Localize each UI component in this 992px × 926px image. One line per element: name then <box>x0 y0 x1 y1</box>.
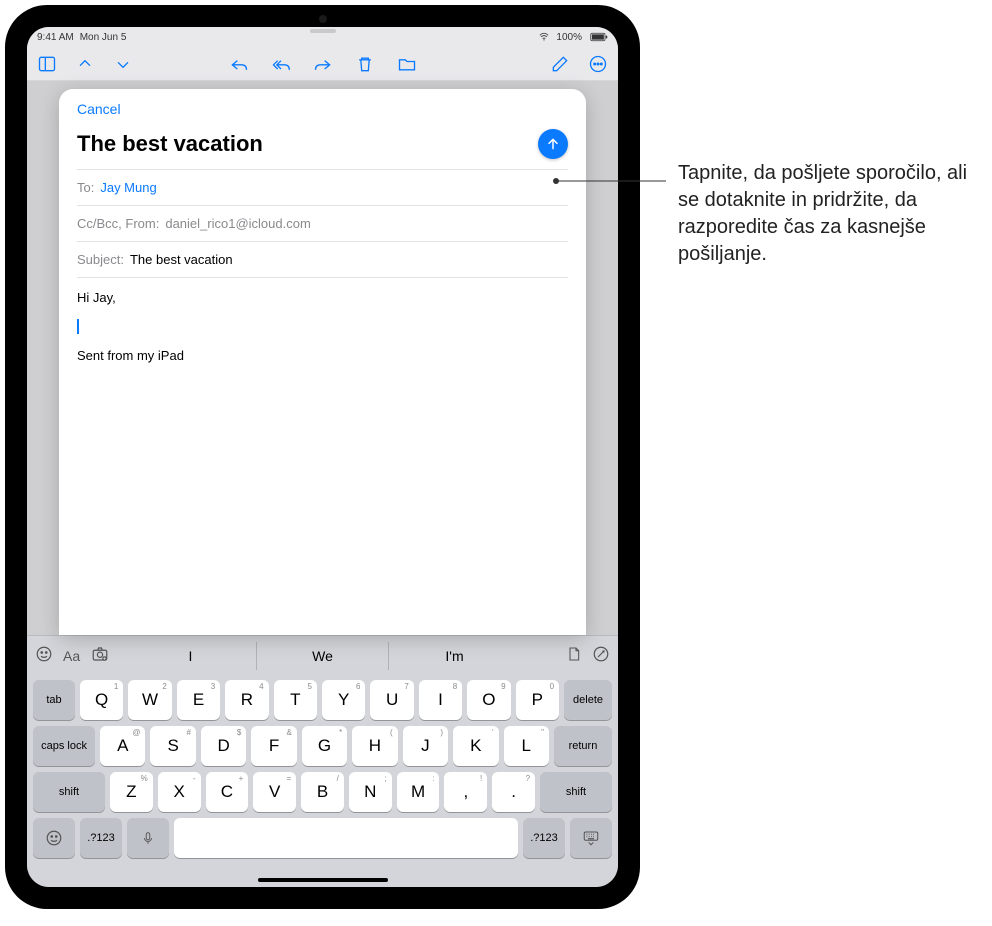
screen: 9:41 AM Mon Jun 5 100% <box>27 27 618 887</box>
text-format-button[interactable]: Aa <box>63 648 80 664</box>
key-tab[interactable]: tab <box>33 680 75 720</box>
key-D[interactable]: D$ <box>201 726 246 766</box>
next-message-icon[interactable] <box>113 54 133 74</box>
keyboard: Aa I We I'm tab Q1W2E3R4T5Y6U7I8O9P0d <box>27 635 618 887</box>
drag-indicator-icon <box>310 29 336 33</box>
key-numeric-left[interactable]: .?123 <box>80 818 122 858</box>
key-Q[interactable]: Q1 <box>80 680 123 720</box>
key-J[interactable]: J) <box>403 726 448 766</box>
forward-icon[interactable] <box>313 54 333 74</box>
move-folder-icon[interactable] <box>397 54 417 74</box>
key-U[interactable]: U7 <box>370 680 413 720</box>
key-capslock[interactable]: caps lock <box>33 726 95 766</box>
document-icon[interactable] <box>566 645 582 668</box>
reply-icon[interactable] <box>229 54 249 74</box>
key-return[interactable]: return <box>554 726 612 766</box>
key-delete[interactable]: delete <box>564 680 612 720</box>
text-cursor <box>77 319 79 334</box>
key-P[interactable]: P0 <box>516 680 559 720</box>
to-field[interactable]: To: Jay Mung <box>77 169 568 205</box>
mail-toolbar <box>27 47 618 81</box>
key-dictation[interactable] <box>127 818 169 858</box>
arrow-up-icon <box>545 136 561 152</box>
trash-icon[interactable] <box>355 54 375 74</box>
key-S[interactable]: S# <box>150 726 195 766</box>
prev-message-icon[interactable] <box>75 54 95 74</box>
key-shift-right[interactable]: shift <box>540 772 612 812</box>
key-Z[interactable]: Z% <box>110 772 153 812</box>
compose-icon[interactable] <box>550 54 570 74</box>
ipad-frame: 9:41 AM Mon Jun 5 100% <box>5 5 640 909</box>
key-F[interactable]: F& <box>251 726 296 766</box>
ccbcc-label: Cc/Bcc, From: <box>77 216 159 231</box>
compose-title: The best vacation <box>77 131 263 157</box>
status-time: 9:41 AM <box>37 32 74 43</box>
key-N[interactable]: N; <box>349 772 392 812</box>
cancel-button[interactable]: Cancel <box>77 101 121 117</box>
more-icon[interactable] <box>588 54 608 74</box>
key-numeric-right[interactable]: .?123 <box>523 818 565 858</box>
camera-scan-icon[interactable] <box>90 645 110 668</box>
suggestion-2[interactable]: We <box>256 642 388 670</box>
body-signature: Sent from my iPad <box>77 348 568 363</box>
key-shift-left[interactable]: shift <box>33 772 105 812</box>
key-Y[interactable]: Y6 <box>322 680 365 720</box>
key-W[interactable]: W2 <box>128 680 171 720</box>
battery-percent: 100% <box>556 32 582 43</box>
key-C[interactable]: C+ <box>206 772 249 812</box>
subject-field[interactable]: Subject: The best vacation <box>77 241 568 277</box>
compose-body[interactable]: Hi Jay, Sent from my iPad <box>77 277 568 635</box>
reply-all-icon[interactable] <box>271 54 291 74</box>
to-value: Jay Mung <box>100 180 156 195</box>
sidebar-toggle-icon[interactable] <box>37 54 57 74</box>
key-A[interactable]: A@ <box>100 726 145 766</box>
status-date: Mon Jun 5 <box>80 32 127 43</box>
sticker-icon[interactable] <box>35 645 53 668</box>
key-T[interactable]: T5 <box>274 680 317 720</box>
callout-leader <box>556 175 676 187</box>
key-.[interactable]: .? <box>492 772 535 812</box>
wifi-icon <box>538 32 550 42</box>
key-K[interactable]: K' <box>453 726 498 766</box>
key-R[interactable]: R4 <box>225 680 268 720</box>
subject-label: Subject: <box>77 252 124 267</box>
key-space[interactable] <box>174 818 518 858</box>
suggestion-1[interactable]: I <box>125 642 256 670</box>
key-emoji[interactable] <box>33 818 75 858</box>
key-I[interactable]: I8 <box>419 680 462 720</box>
send-button[interactable] <box>538 129 568 159</box>
key-V[interactable]: V= <box>253 772 296 812</box>
suggestion-3[interactable]: I'm <box>388 642 520 670</box>
home-indicator[interactable] <box>258 878 388 882</box>
markup-icon[interactable] <box>592 645 610 668</box>
key-O[interactable]: O9 <box>467 680 510 720</box>
compose-sheet: Cancel The best vacation To: Jay Mung Cc… <box>59 89 586 635</box>
subject-value: The best vacation <box>130 252 233 267</box>
to-label: To: <box>77 180 94 195</box>
key-G[interactable]: G* <box>302 726 347 766</box>
body-greeting: Hi Jay, <box>77 290 568 305</box>
key-B[interactable]: B/ <box>301 772 344 812</box>
dimmed-backdrop: Cancel The best vacation To: Jay Mung Cc… <box>27 81 618 635</box>
suggestion-bar: Aa I We I'm <box>27 636 618 676</box>
key-X[interactable]: X- <box>158 772 201 812</box>
ccbcc-field[interactable]: Cc/Bcc, From: daniel_rico1@icloud.com <box>77 205 568 241</box>
battery-icon <box>588 32 608 42</box>
key-M[interactable]: M: <box>397 772 440 812</box>
key-L[interactable]: L" <box>504 726 549 766</box>
key-,[interactable]: ,! <box>444 772 487 812</box>
key-H[interactable]: H( <box>352 726 397 766</box>
key-E[interactable]: E3 <box>177 680 220 720</box>
key-hide-keyboard[interactable] <box>570 818 612 858</box>
from-value: daniel_rico1@icloud.com <box>165 216 310 231</box>
callout-text: Tapnite, da pošljete sporočilo, ali se d… <box>678 160 978 268</box>
